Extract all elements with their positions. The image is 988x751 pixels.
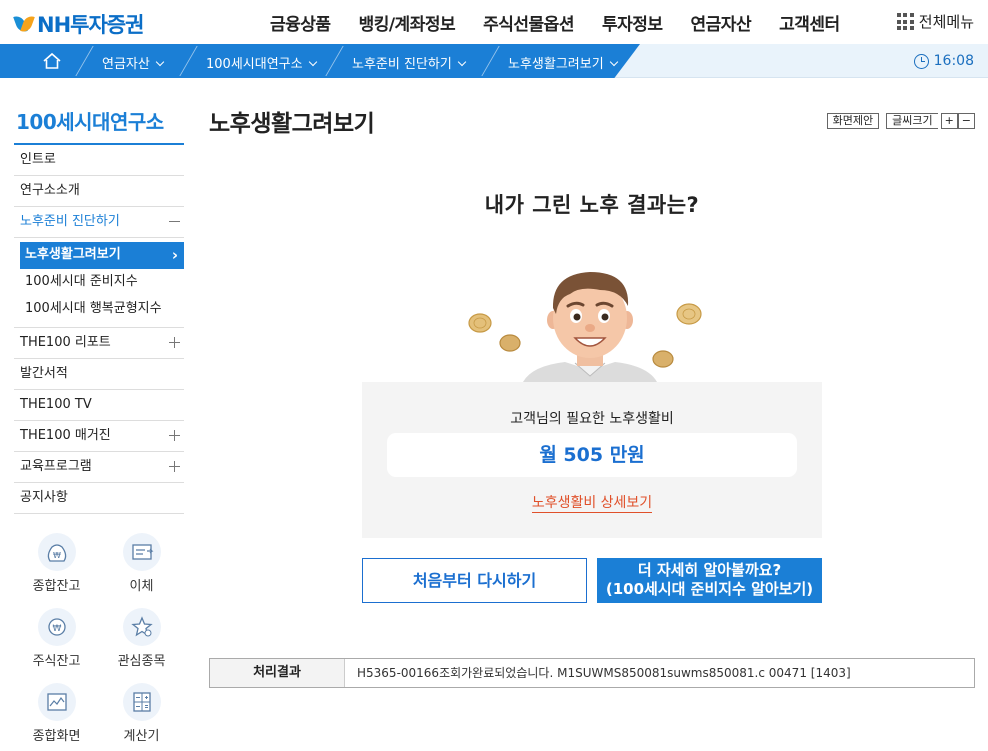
plus-icon: [169, 337, 180, 348]
sidebar-item-about[interactable]: 연구소소개: [14, 176, 184, 207]
sidebar-item-books[interactable]: 발간서적: [14, 359, 184, 390]
chevron-down-icon: [155, 57, 165, 67]
session-clock[interactable]: 16:08: [913, 53, 974, 69]
quick-calculator[interactable]: 계산기: [99, 683, 184, 744]
chevron-down-icon: [308, 57, 317, 67]
calculator-icon: [122, 683, 161, 721]
svg-text:₩: ₩: [53, 551, 61, 560]
sidebar-item-magazine[interactable]: THE100 매거진: [14, 421, 184, 452]
man-with-coins-illustration: [468, 272, 702, 384]
gnb-investment-info[interactable]: 투자정보: [602, 10, 663, 35]
breadcrumb-retirement-life[interactable]: 노후생활그려보기: [508, 53, 618, 72]
quick-watchlist[interactable]: 관심종목: [99, 608, 184, 669]
clock-icon: [913, 53, 929, 69]
nh-logo[interactable]: NH투자증권: [13, 9, 144, 39]
process-result-label: 처리결과: [210, 659, 345, 687]
top-header: NH투자증권 금융상품 뱅킹/계좌정보 주식선물옵션 투자정보 연금자산 고객센…: [0, 0, 988, 44]
home-icon[interactable]: [42, 52, 62, 70]
quick-total-balance[interactable]: ₩ 종합잔고: [14, 533, 99, 594]
nh-logo-icon: [13, 13, 35, 35]
font-size-decrease-button[interactable]: −: [957, 113, 975, 129]
sidebar-title: 100세시대연구소: [14, 106, 184, 145]
sidebar-item-intro[interactable]: 인트로: [14, 145, 184, 176]
cost-detail-link[interactable]: 노후생활비 상세보기: [531, 495, 653, 513]
cost-label: 고객님의 필요한 노후생활비: [510, 411, 674, 427]
sidebar-item-notice[interactable]: 공지사항: [14, 483, 184, 514]
minus-icon: [169, 216, 180, 227]
logo-text: NH투자증권: [37, 13, 144, 37]
global-nav: 금융상품 뱅킹/계좌정보 주식선물옵션 투자정보 연금자산 고객센터: [270, 10, 868, 35]
sidebar-subitem-readiness-index[interactable]: 100세시대 준비지수: [20, 269, 184, 296]
all-menu-label: 전체메뉴: [918, 13, 974, 31]
font-size-increase-button[interactable]: +: [940, 113, 958, 129]
gnb-pension[interactable]: 연금자산: [691, 10, 752, 35]
page-tools: 화면제안 글씨크기 + −: [820, 113, 975, 129]
sidebar-item-tv[interactable]: THE100 TV: [14, 390, 184, 421]
breadcrumb-pension[interactable]: 연금자산: [102, 53, 165, 72]
breadcrumb: 연금자산 100세시대연구소 노후준비 진단하기 노후생활그려보기 16:08: [0, 44, 988, 78]
clock-time: 16:08: [933, 53, 974, 69]
sidebar-subitem-happiness-index[interactable]: 100세시대 행복균형지수: [20, 296, 184, 323]
star-icon: [122, 608, 161, 646]
font-size-label: 글씨크기: [886, 113, 938, 129]
sidebar: 100세시대연구소 인트로 연구소소개 노후준비 진단하기 노후생활그려보기 1…: [14, 106, 184, 514]
process-result-bar: 처리결과 H5365-00166조회가완료되었습니다. M1SUWMS85008…: [209, 658, 975, 688]
learn-more-line2: (100세시대 준비지수 알아보기): [605, 580, 814, 598]
plus-icon: [169, 430, 180, 441]
quick-menu: ₩ 종합잔고 이체 ₩ 주식잔고 관심종목 종합화면 계산기: [14, 533, 184, 744]
result-question: 내가 그린 노후 결과는?: [484, 193, 700, 217]
all-menu-button[interactable]: 전체메뉴: [896, 11, 974, 32]
retirement-cost-panel: 고객님의 필요한 노후생활비 월 505 만원 노후생활비 상세보기: [362, 382, 822, 538]
learn-more-button[interactable]: 더 자세히 알아볼까요? (100세시대 준비지수 알아보기): [597, 558, 822, 603]
quick-transfer[interactable]: 이체: [99, 533, 184, 594]
gnb-financial-products[interactable]: 금융상품: [270, 10, 331, 35]
chevron-down-icon: [457, 57, 467, 67]
sidebar-item-education[interactable]: 교육프로그램: [14, 452, 184, 483]
sidebar-item-report[interactable]: THE100 리포트: [14, 328, 184, 359]
coin-icon: [468, 313, 492, 333]
grid-menu-icon: [896, 13, 914, 30]
sidebar-item-diagnosis[interactable]: 노후준비 진단하기: [14, 207, 184, 238]
money-bag-icon: ₩: [37, 533, 76, 571]
screen-suggest-button[interactable]: 화면제안: [826, 113, 880, 129]
coin-icon: [499, 334, 521, 352]
chart-screen-icon: [37, 683, 76, 721]
learn-more-line1: 더 자세히 알아볼까요?: [637, 561, 782, 579]
transfer-icon: [122, 533, 161, 571]
breadcrumb-institute[interactable]: 100세시대연구소: [206, 53, 317, 72]
coin-icon: [652, 350, 674, 368]
chevron-down-icon: [609, 57, 618, 67]
breadcrumb-diagnosis[interactable]: 노후준비 진단하기: [352, 53, 467, 72]
svg-text:₩: ₩: [52, 624, 61, 634]
sidebar-submenu: 노후생활그려보기 100세시대 준비지수 100세시대 행복균형지수: [14, 238, 184, 328]
quick-overview-screen[interactable]: 종합화면: [14, 683, 99, 744]
plus-icon: [169, 461, 180, 472]
quick-stock-balance[interactable]: ₩ 주식잔고: [14, 608, 99, 669]
gnb-customer-center[interactable]: 고객센터: [779, 10, 840, 35]
won-coin-icon: ₩: [37, 608, 76, 646]
gnb-banking[interactable]: 뱅킹/계좌정보: [359, 10, 456, 35]
restart-button[interactable]: 처음부터 다시하기: [362, 558, 587, 603]
gnb-stocks-futures[interactable]: 주식선물옵션: [483, 10, 574, 35]
coin-icon: [676, 303, 702, 325]
sidebar-subitem-retirement-life[interactable]: 노후생활그려보기: [20, 242, 184, 269]
cost-value: 월 505 만원: [387, 433, 797, 477]
page-title: 노후생활그려보기: [209, 111, 375, 137]
process-result-message: H5365-00166조회가완료되었습니다. M1SUWMS850081suwm…: [357, 666, 851, 680]
